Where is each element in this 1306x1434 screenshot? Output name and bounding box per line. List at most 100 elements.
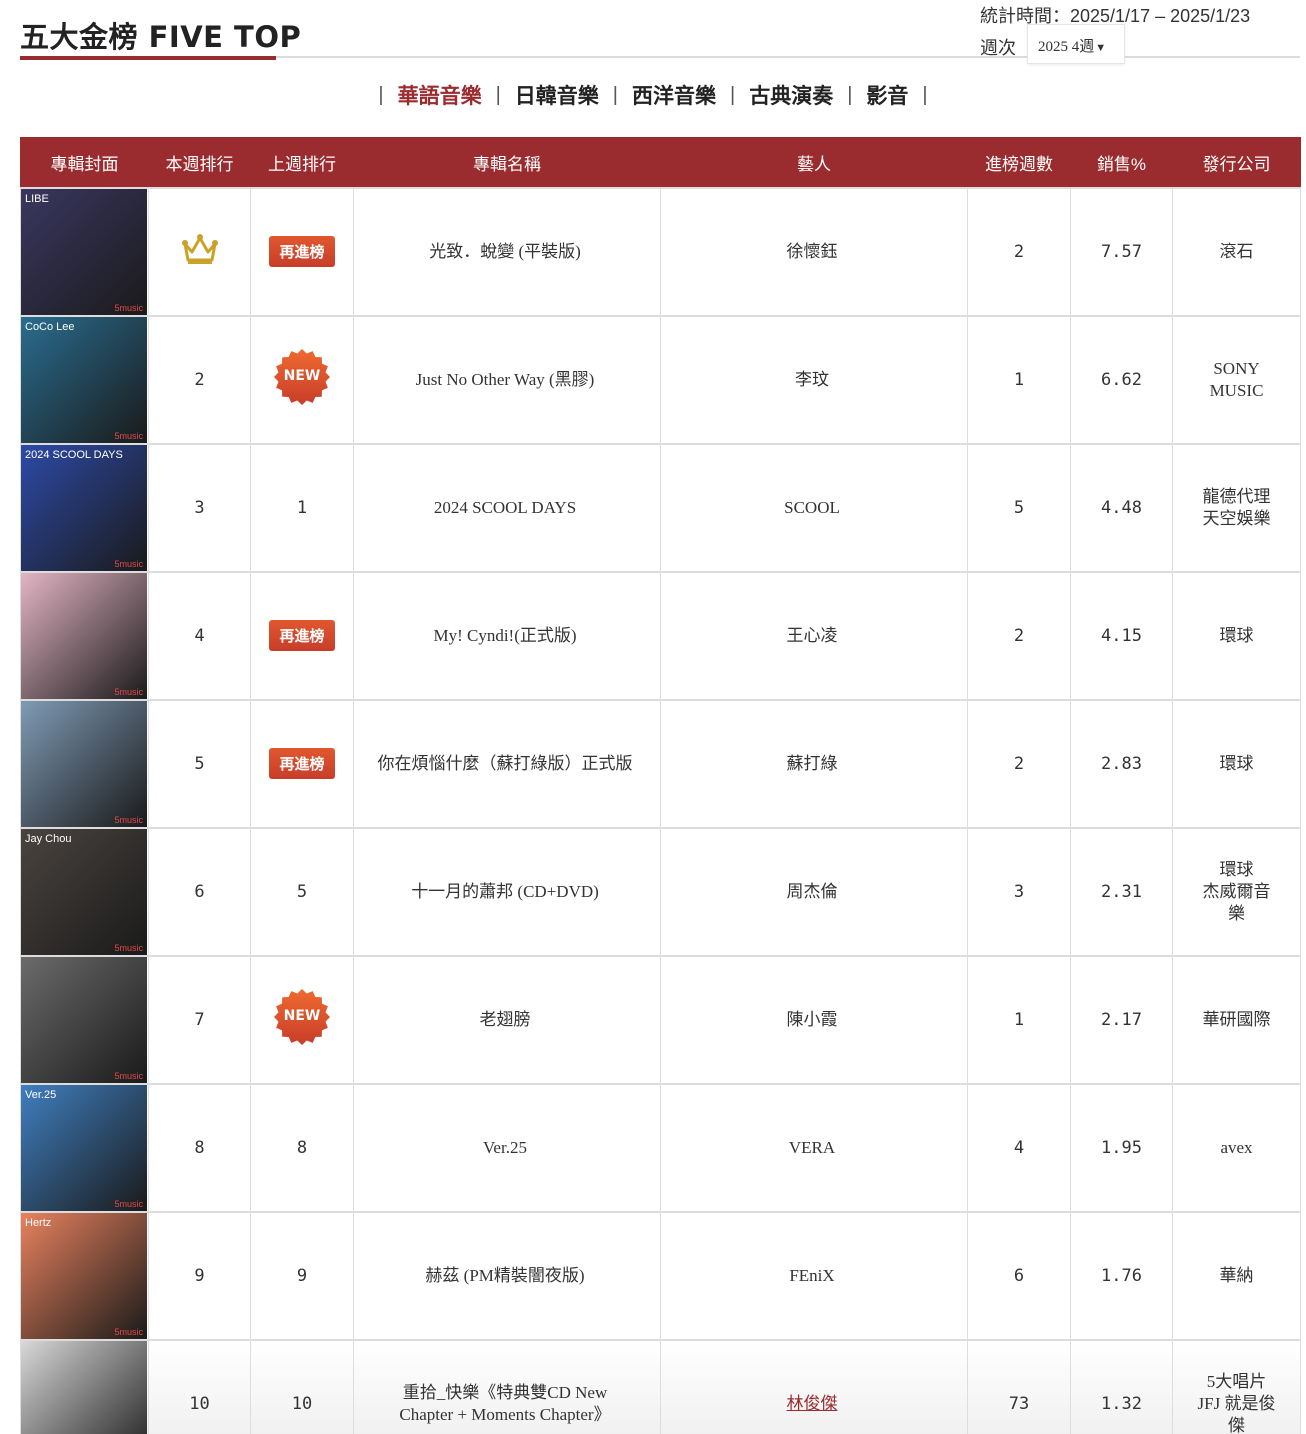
record-label-line: 滾石 [1219, 241, 1254, 261]
column-header-2[interactable]: 上週排行 [250, 137, 354, 188]
column-header-0[interactable]: 專輯封面 [20, 137, 149, 188]
album-cover-cell: 5music [20, 1338, 149, 1434]
artist-name: VERA [788, 1137, 836, 1157]
album-name[interactable]: Ver.25 [353, 1082, 661, 1212]
tab-2[interactable]: 西洋音樂 [632, 80, 716, 110]
table-row: Jay Chou 5music 6 5 十一月的蕭邦 (CD+DVD) 周杰倫 3 2.31 環… [20, 826, 1301, 956]
album-cover[interactable]: 5music [21, 1340, 147, 1434]
cover-brand: 5music [114, 430, 143, 441]
album-cover[interactable]: CoCo Lee 5music [21, 316, 147, 443]
week-select[interactable]: 2025 4週▼ [1027, 24, 1125, 64]
table-row: 5music 5 再進榜 你在煩惱什麼（蘇打綠版）正式版 蘇打綠 2 2.83 環球 [20, 698, 1301, 828]
album-name[interactable]: 光致．蛻變 (平裝版) [353, 186, 661, 316]
this-week-rank [148, 186, 251, 316]
album-cover[interactable]: 5music [21, 700, 147, 827]
album-name[interactable]: Just No Other Way (黑膠) [353, 314, 661, 444]
cover-caption: LIBE [25, 192, 49, 205]
artist-name-cell: 李玟 [660, 314, 968, 444]
last-week-rank: 1 [250, 442, 354, 572]
album-cover[interactable]: 5music [21, 956, 147, 1083]
sales-percent: 1.76 [1070, 1210, 1173, 1340]
table-row: LIBE 5music 再進榜 光致．蛻變 (平裝版) 徐懷鈺 2 7.57 滾石 [20, 186, 1301, 316]
column-header-5[interactable]: 進榜週數 [967, 137, 1071, 188]
column-header-4[interactable]: 藝人 [660, 137, 968, 188]
last-week-rank: NEW [250, 954, 354, 1084]
sales-percent: 2.17 [1070, 954, 1173, 1084]
album-cover[interactable]: LIBE 5music [21, 188, 147, 315]
this-week-rank: 2 [148, 314, 251, 444]
weeks-on-chart: 2 [967, 698, 1071, 828]
album-cover[interactable]: Jay Chou 5music [21, 828, 147, 955]
caret-down-icon: ▼ [1095, 42, 1107, 54]
album-cover-cell: LIBE 5music [20, 186, 149, 316]
last-week-rank: 再進榜 [250, 570, 354, 700]
sales-percent: 4.48 [1070, 442, 1173, 572]
record-label-line: 樂 [1228, 903, 1245, 923]
new-badge-text: NEW [283, 368, 321, 384]
album-cover-cell: 5music [20, 570, 149, 700]
record-label: 龍德代理 天空娛樂 [1172, 442, 1301, 572]
table-row: 5music1010重拾_快樂《特典雙CD New Chapter + Mome… [20, 1338, 1301, 1434]
tab-separator: | [612, 83, 618, 106]
column-header-1[interactable]: 本週排行 [148, 137, 251, 188]
header-accent-bar [20, 56, 276, 60]
artist-link[interactable]: 林俊傑 [787, 1394, 838, 1413]
table-header-row: 專輯封面 本週排行 上週排行 專輯名稱 藝人 進榜週數 銷售% 發行公司 [20, 137, 1301, 188]
weeks-on-chart: 6 [967, 1210, 1071, 1340]
artist-name-cell: 王心凌 [660, 570, 968, 700]
album-cover[interactable]: Hertz 5music [21, 1212, 147, 1339]
tab-3[interactable]: 古典演奏 [749, 80, 833, 110]
artist-name: 李玟 [795, 369, 829, 389]
this-week-rank: 7 [148, 954, 251, 1084]
artist-name: 王心凌 [786, 625, 838, 645]
last-week-rank: 再進榜 [250, 698, 354, 828]
album-name[interactable]: 赫茲 (PM精裝闇夜版) [353, 1210, 661, 1340]
album-cover[interactable]: 2024 SCOOL DAYS 5music [21, 444, 147, 571]
record-label-line: 杰威爾音 [1202, 881, 1271, 901]
artist-name: SCOOL [784, 497, 840, 517]
sales-percent: 2.83 [1070, 698, 1173, 828]
cover-brand: 5music [114, 686, 143, 697]
table-row: CoCo Lee 5music 2 NEW Just No Other Way (黑膠)… [20, 314, 1301, 444]
album-cover[interactable]: 5music [21, 572, 147, 699]
artist-name-cell: 徐懷鈺 [660, 186, 968, 316]
album-cover-cell: Jay Chou 5music [20, 826, 149, 956]
album-name[interactable]: 2024 SCOOL DAYS [353, 442, 661, 572]
artist-name: FEniX [789, 1265, 835, 1285]
album-name[interactable]: 十一月的蕭邦 (CD+DVD) [353, 826, 661, 956]
record-label-line: 5大唱片 [1206, 1371, 1267, 1391]
last-week-rank: 5 [250, 826, 354, 956]
column-header-6[interactable]: 銷售% [1070, 137, 1173, 188]
column-header-3[interactable]: 專輯名稱 [353, 137, 661, 188]
tab-1[interactable]: 日韓音樂 [515, 80, 599, 110]
cover-caption: Jay Chou [25, 832, 72, 845]
artist-name-cell: 蘇打綠 [660, 698, 968, 828]
reentry-badge: 再進榜 [269, 748, 335, 779]
cover-caption: Hertz [25, 1216, 52, 1229]
this-week-rank: 4 [148, 570, 251, 700]
tab-0[interactable]: 華語音樂 [398, 80, 482, 110]
sales-percent: 4.15 [1070, 570, 1173, 700]
record-label-line: avex [1220, 1137, 1253, 1157]
cover-brand: 5music [114, 1326, 143, 1337]
page-title: 五大金榜 FIVE TOP [20, 20, 302, 54]
table-row: Hertz 5music 9 9 赫茲 (PM精裝闇夜版) FEniX 6 1.76 華納 [20, 1210, 1301, 1340]
sales-percent: 7.57 [1070, 186, 1173, 316]
record-label-line: 傑 [1228, 1415, 1245, 1434]
album-name[interactable]: 老翅膀 [353, 954, 661, 1084]
reentry-badge: 再進榜 [269, 620, 335, 651]
album-cover[interactable]: Ver.25 5music [21, 1084, 147, 1211]
album-name[interactable]: My! Cyndi!(正式版) [353, 570, 661, 700]
record-label: 環球 [1172, 570, 1301, 700]
reentry-badge: 再進榜 [269, 236, 335, 267]
last-week-rank: 10 [250, 1338, 354, 1434]
album-name[interactable]: 重拾_快樂《特典雙CD New Chapter + Moments Chapte… [353, 1338, 661, 1434]
column-header-7[interactable]: 發行公司 [1172, 137, 1301, 188]
week-select-value: 2025 4週 [1038, 39, 1095, 55]
last-week-rank: 9 [250, 1210, 354, 1340]
record-label: 滾石 [1172, 186, 1301, 316]
weeks-on-chart: 1 [967, 954, 1071, 1084]
tab-4[interactable]: 影音 [866, 80, 908, 110]
artist-name-cell: SCOOL [660, 442, 968, 572]
album-name[interactable]: 你在煩惱什麼（蘇打綠版）正式版 [353, 698, 661, 828]
